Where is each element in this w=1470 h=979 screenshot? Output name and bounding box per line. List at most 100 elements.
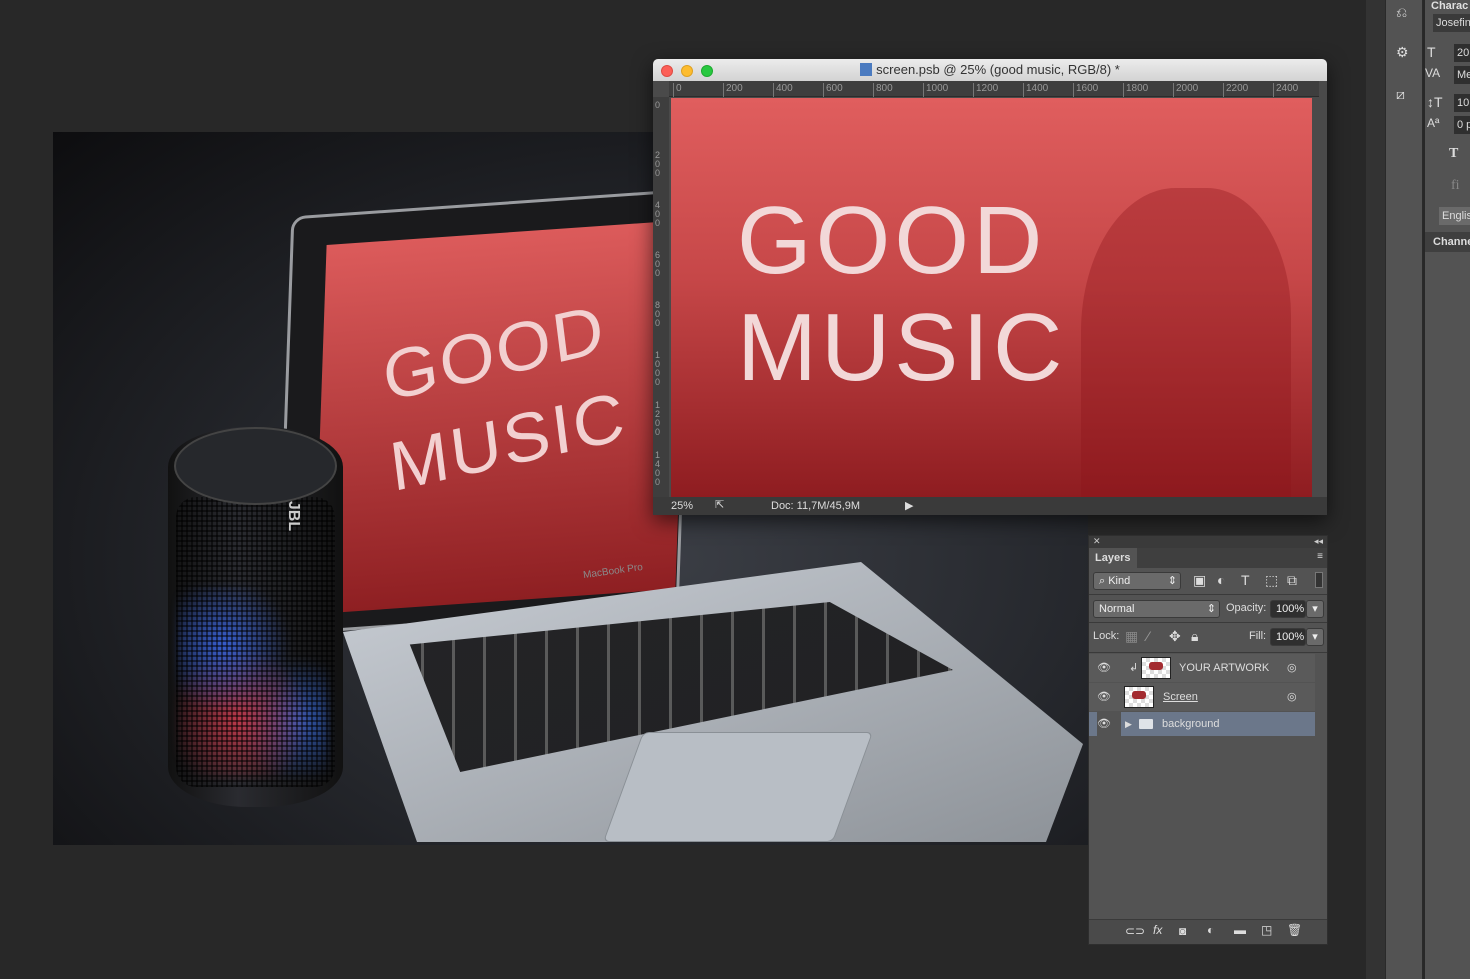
laptop-screen: GOOD MUSIC <box>313 219 689 615</box>
document-title: screen.psb @ 25% (good music, RGB/8) * <box>876 62 1120 77</box>
add-mask-icon[interactable]: ◙ <box>1179 924 1186 938</box>
ruler-tick-label: 600 <box>823 83 843 97</box>
filter-smart-object-icon[interactable]: ⧉ <box>1287 572 1297 589</box>
ruler-tick-label: 1600 <box>1073 83 1098 97</box>
filter-toggle[interactable] <box>1315 572 1323 588</box>
character-tab[interactable]: Charac <box>1431 0 1468 13</box>
lock-transparent-icon[interactable]: ▦ <box>1125 628 1138 645</box>
speaker: JBL <box>168 427 343 807</box>
ruler-tick-label: 1400 <box>655 450 661 487</box>
blend-mode-select[interactable]: Normal ⇕ <box>1093 600 1220 618</box>
smart-filter-icon[interactable]: ◎ <box>1287 683 1297 711</box>
opacity-dropdown[interactable]: ▾ <box>1306 600 1324 618</box>
share-icon[interactable]: ⇱ <box>715 498 724 511</box>
layer-row-your-artwork[interactable]: 👁︎ ↲ YOUR ARTWORK ◎ <box>1089 654 1315 682</box>
minimize-button[interactable] <box>681 65 693 77</box>
layer-row-screen[interactable]: 👁︎ Screen ◎ <box>1089 683 1315 711</box>
ruler-tick-label: 600 <box>655 250 661 278</box>
font-family-select[interactable]: Josefin <box>1433 14 1470 32</box>
visibility-eye-icon[interactable]: 👁︎ <box>1097 683 1111 711</box>
new-group-icon[interactable]: ▬ <box>1234 923 1246 937</box>
ligature-icon[interactable]: fi <box>1451 178 1460 194</box>
doc-size-info: Doc: 11,7M/45,9M <box>771 500 861 512</box>
silhouette-figure <box>1081 188 1291 498</box>
canvas-text-music: MUSIC <box>737 294 1067 401</box>
layer-row-background[interactable]: 👁︎ ▶ background <box>1089 712 1315 736</box>
collapse-icon[interactable]: ◂◂ <box>1314 536 1323 547</box>
ruler-tick-label: 200 <box>723 83 743 97</box>
title-bar[interactable]: screen.psb @ 25% (good music, RGB/8) * <box>653 59 1327 81</box>
zoom-button[interactable] <box>701 65 713 77</box>
lock-paint-icon[interactable]: ⁄ <box>1147 628 1149 644</box>
ruler-tick-label: 2200 <box>1223 83 1248 97</box>
document-window[interactable]: screen.psb @ 25% (good music, RGB/8) * 0… <box>653 59 1327 515</box>
ruler-tick-label: 1200 <box>973 83 998 97</box>
layer-name[interactable]: Screen <box>1163 683 1198 711</box>
status-menu-arrow-icon[interactable]: ▶ <box>905 499 913 512</box>
adjustment-layer-icon[interactable]: ◐ <box>1207 923 1214 937</box>
lock-all-icon[interactable]: 🔒︎ <box>1191 628 1198 645</box>
kerning-icon: VA <box>1425 66 1441 80</box>
character-panel: Charac Josefin T 20 VA Me ↕T 10 Aª 0 p T… <box>1425 0 1470 979</box>
language-select[interactable]: Englis <box>1439 207 1470 225</box>
smart-filter-icon[interactable]: ◎ <box>1287 654 1297 682</box>
link-layers-icon[interactable]: ⊂⊃ <box>1125 924 1145 938</box>
filter-shape-icon[interactable]: ⬚ <box>1265 572 1278 589</box>
panel-menu-icon[interactable]: ≡ <box>1317 551 1323 562</box>
ruler-tick-label: 1000 <box>923 83 948 97</box>
trash-icon[interactable]: 🗑︎ <box>1287 923 1302 937</box>
fill-label: Fill: <box>1249 630 1267 642</box>
layer-name[interactable]: YOUR ARTWORK <box>1179 654 1269 682</box>
panel-dock-border <box>1366 0 1385 979</box>
visibility-eye-icon[interactable]: 👁︎ <box>1097 712 1121 736</box>
baseline-icon: Aª <box>1427 116 1440 130</box>
close-panel-icon[interactable]: ✕ <box>1093 536 1101 547</box>
visibility-eye-icon[interactable]: 👁︎ <box>1097 654 1111 682</box>
filter-adjustment-icon[interactable]: ◐ <box>1217 572 1225 588</box>
ruler-tick-label: 1000 <box>655 350 661 387</box>
ruler-tick-label: 2000 <box>1173 83 1198 97</box>
zoom-level[interactable]: 25% <box>671 500 693 512</box>
ruler-tick-label: 1800 <box>1123 83 1148 97</box>
font-size-input[interactable]: 20 <box>1454 44 1470 62</box>
opacity-input[interactable]: 100% <box>1270 600 1306 618</box>
new-layer-icon[interactable]: ◳ <box>1261 923 1272 937</box>
laptop-trackpad <box>602 732 874 842</box>
fill-input[interactable]: 100% <box>1270 628 1306 646</box>
ruler-tick-label: 1200 <box>655 400 661 437</box>
fx-icon[interactable]: fx <box>1153 923 1162 937</box>
tab-layers[interactable]: Layers <box>1089 548 1137 568</box>
history-icon[interactable]: ⎌ <box>1396 4 1407 21</box>
opacity-label: Opacity: <box>1226 602 1267 614</box>
canvas[interactable]: GOOD MUSIC <box>671 98 1312 498</box>
font-size-icon: T <box>1427 44 1436 60</box>
transform-icon[interactable]: ⧄ <box>1396 86 1405 103</box>
ruler-tick-label: 2400 <box>1273 83 1298 97</box>
filter-pixel-icon[interactable]: ▣ <box>1193 572 1206 589</box>
channels-tab[interactable]: Channe <box>1425 232 1470 252</box>
status-bar: 25% ⇱ Doc: 11,7M/45,9M ▶ <box>653 497 1327 515</box>
close-button[interactable] <box>661 65 673 77</box>
fill-dropdown[interactable]: ▾ <box>1306 628 1324 646</box>
ruler-tick-label: 400 <box>773 83 793 97</box>
ruler-tick-label: 800 <box>873 83 893 97</box>
leading-input[interactable]: 10 <box>1454 94 1470 112</box>
layers-panel: ✕ ◂◂ Layers ≡ ⌕ Kind ⇕ ▣ ◐ T ⬚ ⧉ Normal ⇕ … <box>1088 535 1328 945</box>
baseline-input[interactable]: 0 p <box>1454 116 1470 134</box>
ruler-tick-label: 800 <box>655 300 661 328</box>
filter-kind-select[interactable]: ⌕ Kind ⇕ <box>1093 572 1181 590</box>
bold-type-icon[interactable]: T <box>1449 146 1458 162</box>
ruler-tick-label: 400 <box>655 200 661 228</box>
ruler-tick-label: 0 <box>673 83 682 97</box>
layer-name[interactable]: background <box>1162 712 1220 736</box>
layer-thumbnail <box>1141 657 1171 679</box>
ruler-tick-label: 0 <box>655 100 661 110</box>
vertical-ruler[interactable]: 0 200 400 600 800 1000 1200 1400 <box>653 97 669 497</box>
horizontal-ruler[interactable]: 0 200 400 600 800 1000 1200 1400 1600 1800 2000 220… <box>669 81 1319 97</box>
lock-position-icon[interactable]: ✥ <box>1169 628 1181 645</box>
filter-type-icon[interactable]: T <box>1241 572 1250 588</box>
canvas-text-good: GOOD <box>737 187 1047 294</box>
properties-icon[interactable]: ⚙ <box>1396 44 1409 61</box>
expand-triangle-icon[interactable]: ▶ <box>1125 712 1132 736</box>
kerning-input[interactable]: Me <box>1454 66 1470 84</box>
